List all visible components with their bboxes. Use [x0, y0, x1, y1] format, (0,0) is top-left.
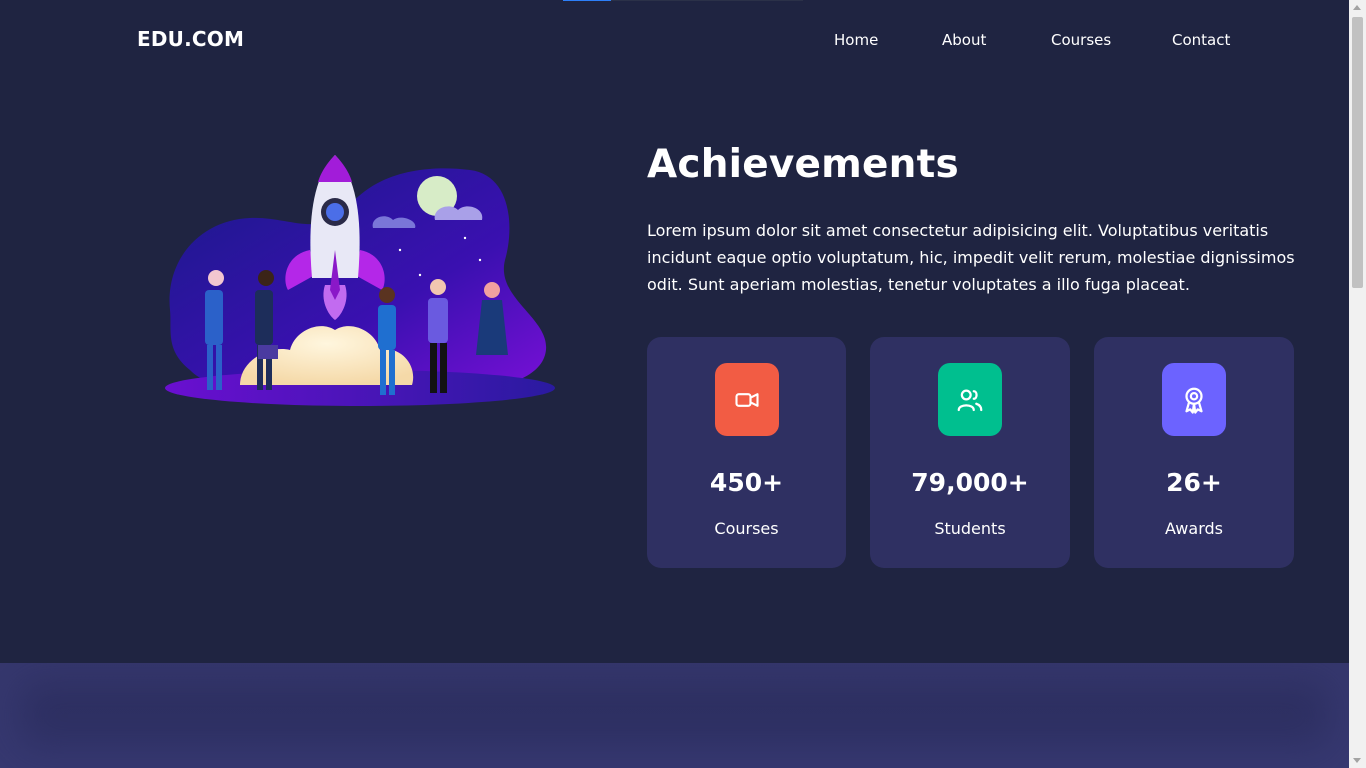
stat-card-students: 79,000+ Students	[870, 337, 1070, 568]
nav-link-courses[interactable]: Courses	[1051, 31, 1111, 49]
achievements-description: Lorem ipsum dolor sit amet consectetur a…	[647, 221, 1295, 294]
nav-link-home[interactable]: Home	[834, 31, 878, 49]
achievements-title: Achievements	[647, 142, 959, 187]
users-icon	[938, 363, 1002, 436]
page-scrollbar[interactable]	[1349, 0, 1366, 768]
stat-value-awards: 26+	[1166, 468, 1222, 497]
stat-value-courses: 450+	[709, 468, 784, 497]
award-icon	[1162, 363, 1226, 436]
next-section	[0, 663, 1349, 768]
stat-value-students: 79,000+	[911, 468, 1029, 497]
stat-card-awards: 26+ Awards	[1094, 337, 1294, 568]
video-camera-icon	[714, 363, 779, 436]
stat-label-courses: Courses	[714, 519, 779, 538]
stat-card-courses: 450+ Courses	[647, 337, 846, 568]
scroll-down-arrow-icon[interactable]	[1353, 758, 1361, 763]
logo[interactable]: EDU.COM	[137, 27, 244, 51]
rocket-launch-illustration	[160, 150, 565, 415]
stat-label-awards: Awards	[1165, 519, 1223, 538]
navbar: EDU.COM Home About Courses Contact	[0, 0, 1349, 80]
nav-link-about[interactable]: About	[942, 31, 986, 49]
nav-link-contact[interactable]: Contact	[1172, 31, 1230, 49]
rocket-launch-team-illustration	[165, 155, 555, 406]
scrollbar-thumb[interactable]	[1352, 17, 1363, 288]
stat-label-students: Students	[934, 519, 1006, 538]
scroll-up-arrow-icon[interactable]	[1353, 5, 1361, 10]
